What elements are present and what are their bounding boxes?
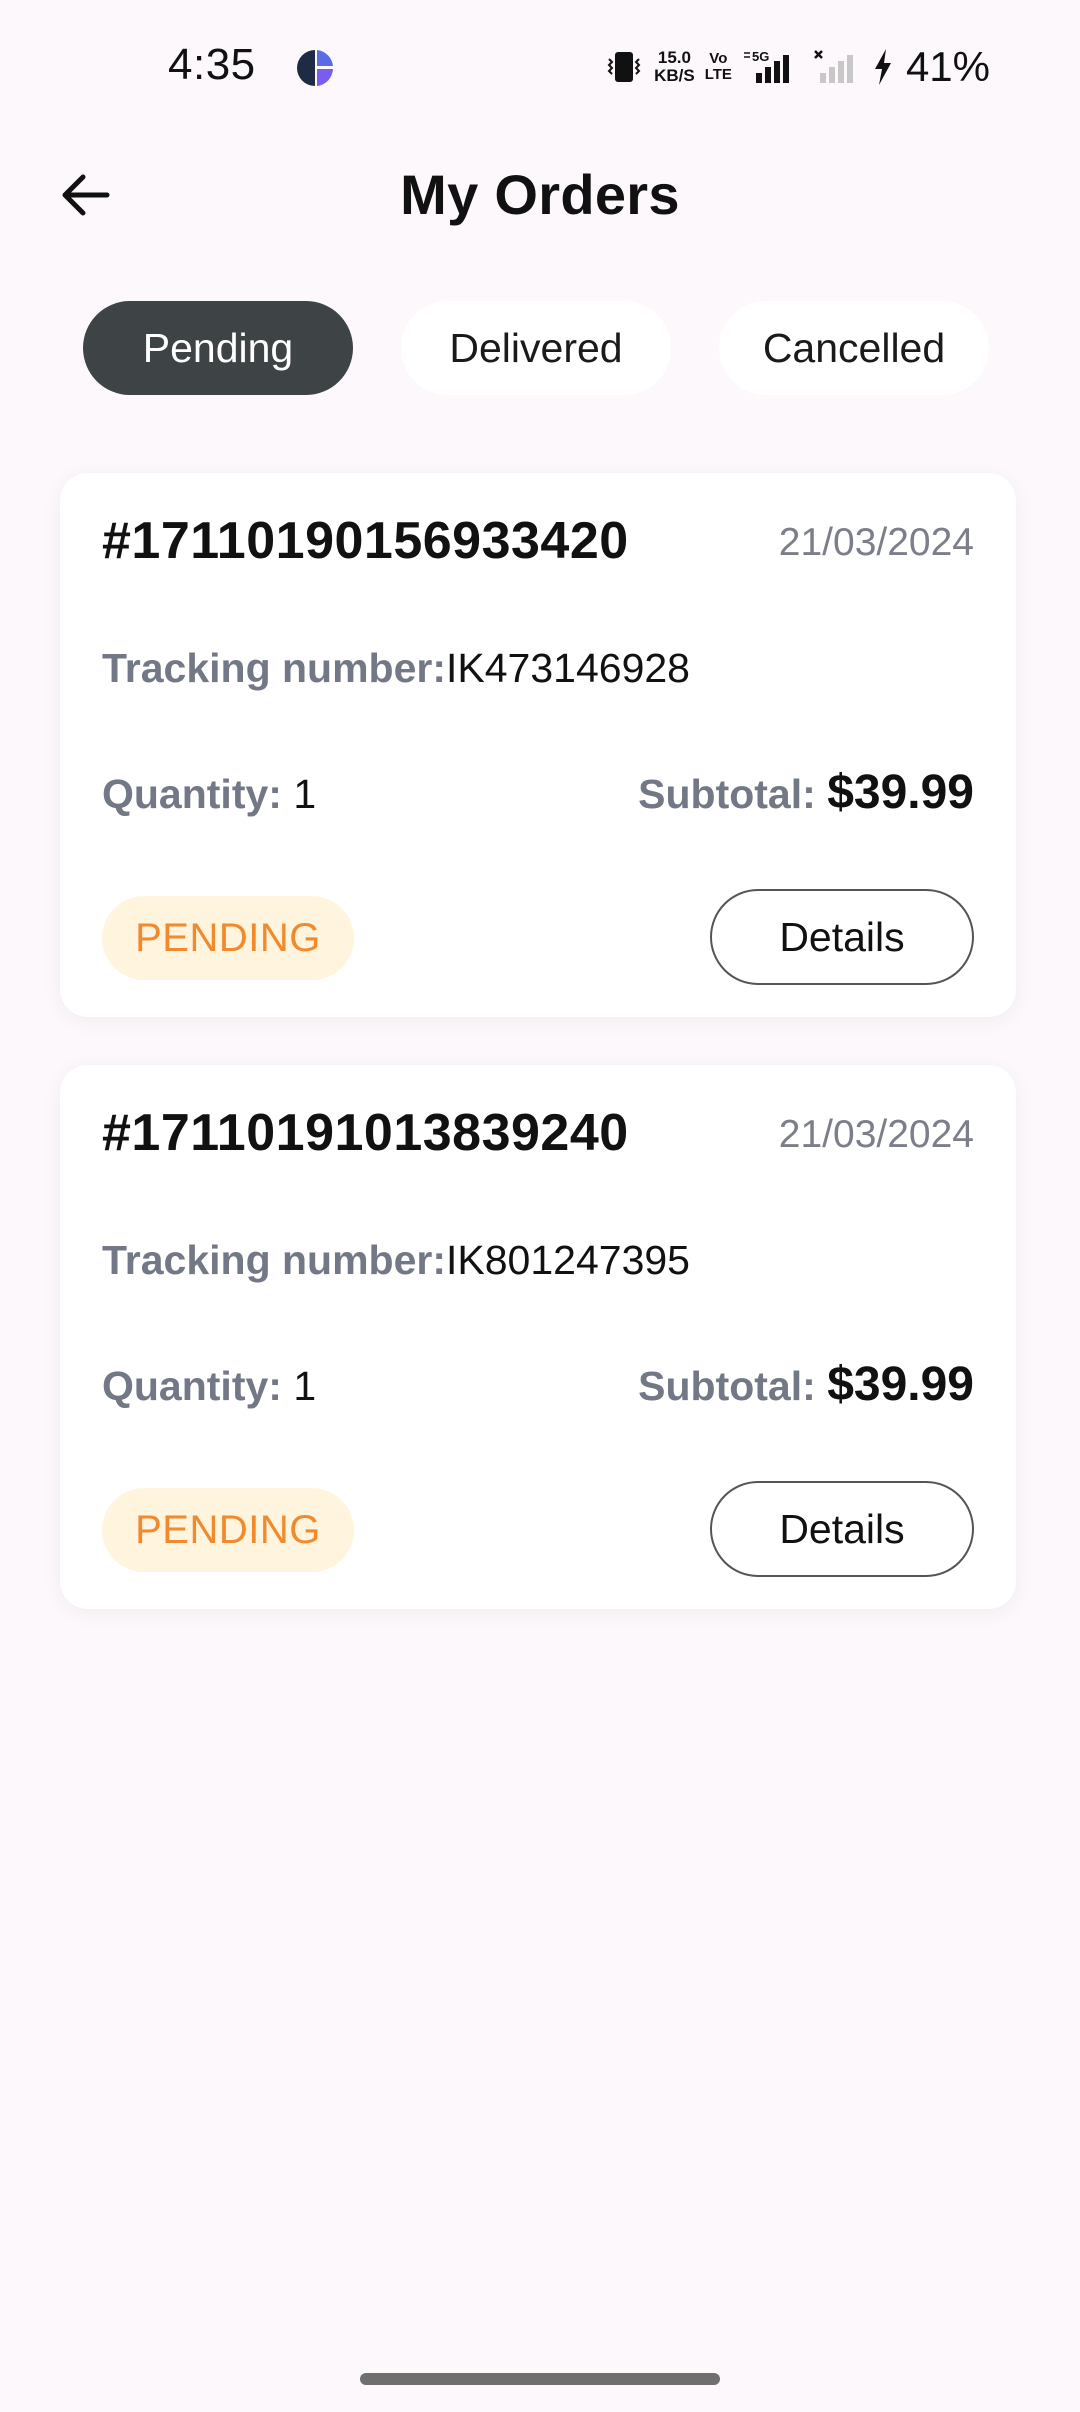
subtotal-row: Subtotal: $39.99 [638,765,974,820]
tracking-number: IK473146928 [446,645,690,691]
quantity-row: Quantity: 1 [102,771,316,818]
order-card: #17110190156933420 21/03/2024 Tracking n… [60,473,1016,1017]
details-button[interactable]: Details [710,889,974,985]
quantity-value: 1 [293,771,317,817]
status-time: 4:35 [168,40,256,89]
network-speed-unit: KB/S [654,66,695,85]
orders-list: #17110190156933420 21/03/2024 Tracking n… [60,473,1016,1657]
status-badge: PENDING [102,1488,354,1572]
subtotal-value: $39.99 [827,766,974,819]
network-type-label: 5G [752,49,769,64]
order-id: #17110191013839240 [102,1104,629,1162]
details-button[interactable]: Details [710,1481,974,1577]
charging-bolt-icon [874,49,891,85]
tab-cancelled[interactable]: Cancelled [719,301,989,395]
order-date: 21/03/2024 [778,521,974,564]
vibrate-icon [607,52,641,82]
battery-level: 41% [905,43,990,90]
status-badge: PENDING [102,896,354,980]
page-title: My Orders [400,163,680,226]
quantity-value: 1 [293,1363,317,1409]
tracking-row: Tracking number:IK473146928 [102,645,690,692]
tab-pending[interactable]: Pending [83,301,353,395]
subtotal-value: $39.99 [827,1358,974,1411]
tracking-label: Tracking number: [102,645,447,691]
tracking-row: Tracking number:IK801247395 [102,1237,690,1284]
order-date: 21/03/2024 [778,1113,974,1156]
network-speed-value: 15.0 [657,48,691,67]
signal-5g-icon: 5G [743,49,789,83]
order-card: #17110191013839240 21/03/2024 Tracking n… [60,1065,1016,1609]
subtotal-label: Subtotal: [638,1363,816,1409]
order-status-tabs: Pending Delivered Cancelled [83,301,989,395]
volte-bottom: LTE [704,66,732,83]
subtotal-row: Subtotal: $39.99 [638,1357,974,1412]
quantity-row: Quantity: 1 [102,1363,316,1410]
volte-top: Vo [709,50,728,67]
status-bar: 4:35 15.0 KB/S Vo LTE 5G 41% [0,0,1080,140]
status-icons: 15.0 KB/S Vo LTE 5G 41% [604,42,990,92]
order-id: #17110190156933420 [102,512,629,570]
signal-no-service-icon [814,50,853,83]
volte-indicator: Vo LTE [705,51,732,83]
quantity-label: Quantity: [102,771,282,817]
network-speed: 15.0 KB/S [654,49,695,85]
subtotal-label: Subtotal: [638,771,816,817]
app-bar: My Orders [0,140,1080,250]
home-indicator[interactable] [360,2373,720,2385]
tab-delivered[interactable]: Delivered [401,301,671,395]
tracking-label: Tracking number: [102,1237,447,1283]
app-notification-icon [297,50,333,86]
tracking-number: IK801247395 [446,1237,690,1283]
quantity-label: Quantity: [102,1363,282,1409]
